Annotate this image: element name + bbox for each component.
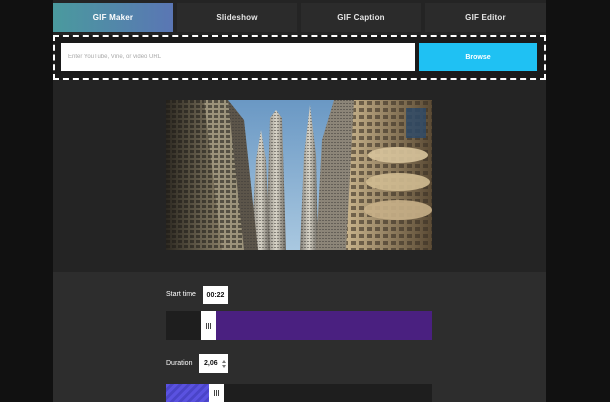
start-time-handle[interactable] bbox=[201, 311, 216, 340]
start-time-slider[interactable] bbox=[166, 311, 432, 340]
duration-slider[interactable] bbox=[166, 384, 432, 402]
video-url-input[interactable] bbox=[61, 43, 415, 71]
duration-value[interactable]: 2,06 bbox=[199, 354, 228, 373]
duration-value-text: 2,06 bbox=[204, 360, 218, 367]
video-preview bbox=[166, 100, 432, 250]
tab-gif-maker[interactable]: GIF Maker bbox=[53, 3, 173, 32]
tab-gif-editor[interactable]: GIF Editor bbox=[425, 3, 546, 32]
duration-fill bbox=[166, 384, 210, 402]
browse-button[interactable]: Browse bbox=[419, 43, 537, 71]
tool-tabs: GIF Maker Slideshow GIF Caption GIF Edit… bbox=[53, 3, 546, 32]
start-time-fill bbox=[210, 311, 432, 340]
tab-slideshow[interactable]: Slideshow bbox=[177, 3, 297, 32]
page: GIF Maker Slideshow GIF Caption GIF Edit… bbox=[0, 0, 610, 402]
start-time-value[interactable]: 00:22 bbox=[203, 286, 228, 304]
video-frame-skyscrapers-icon bbox=[166, 100, 432, 250]
grip-icon bbox=[206, 322, 211, 329]
tab-gif-caption[interactable]: GIF Caption bbox=[301, 3, 421, 32]
start-time-label: Start time bbox=[166, 291, 196, 298]
duration-label: Duration bbox=[166, 360, 193, 367]
duration-handle[interactable] bbox=[209, 384, 224, 402]
grip-icon bbox=[214, 390, 219, 396]
stepper-arrows-icon[interactable] bbox=[222, 359, 226, 368]
